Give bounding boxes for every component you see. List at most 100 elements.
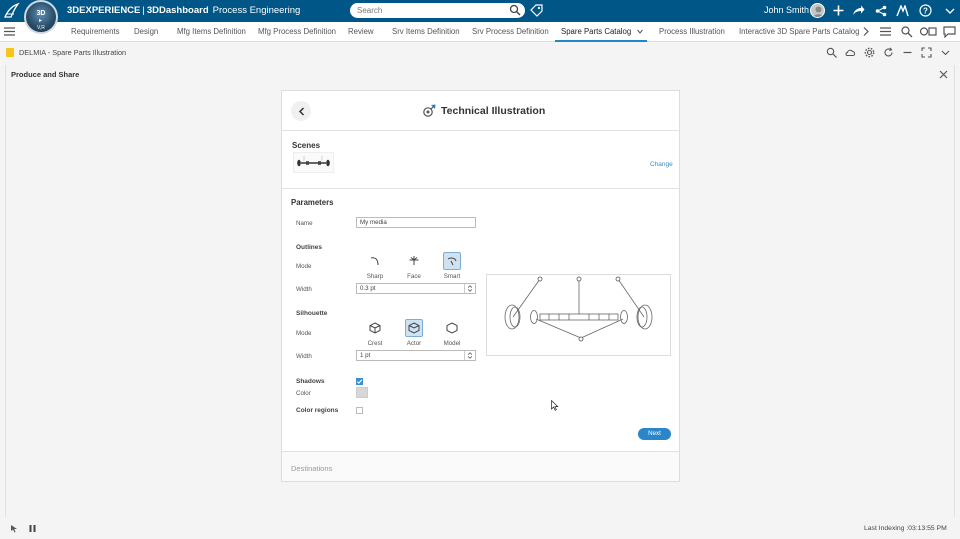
outline-mode-face[interactable]: Face	[400, 252, 428, 280]
tab-spare-parts-catalog-label: Spare Parts Catalog	[561, 27, 632, 36]
back-button[interactable]	[291, 101, 311, 121]
user-name[interactable]: John Smith	[764, 5, 809, 15]
silhouette-width-input[interactable]: 1 pt	[356, 350, 476, 361]
tab-requirements[interactable]: Requirements	[71, 22, 120, 42]
share-network-icon[interactable]	[873, 3, 888, 18]
view-toggle-icon[interactable]	[919, 25, 937, 38]
check-icon	[356, 379, 363, 384]
sharp-mode-label: Sharp	[366, 273, 384, 280]
tab-process-illustration[interactable]: Process Illustration	[659, 22, 725, 42]
tab-chevron-down-icon[interactable]	[637, 29, 643, 34]
silhouette-width-stepper-icon[interactable]	[464, 351, 475, 360]
crest-icon	[369, 322, 381, 334]
help-icon[interactable]: ?	[918, 3, 933, 18]
silhouette-mode-label: Mode	[296, 330, 312, 337]
search-icon[interactable]	[826, 47, 837, 58]
card-title: Technical Illustration	[441, 105, 546, 117]
next-button[interactable]: Next	[638, 428, 671, 440]
chat-icon[interactable]	[943, 25, 956, 38]
tab-srv-items-definition[interactable]: Srv Items Definition	[392, 22, 460, 42]
silhouette-mode-crest[interactable]: Crest	[361, 319, 389, 347]
dassault-logo-icon[interactable]	[3, 2, 21, 20]
tag-icon[interactable]	[530, 4, 543, 17]
share-arrow-icon[interactable]	[851, 3, 866, 18]
status-bar: Last Indexing :03:13:55 PM	[0, 519, 960, 539]
brand-bold: 3DEXPERIENCE	[67, 5, 141, 16]
tab-spare-parts-catalog[interactable]: Spare Parts Catalog	[555, 22, 647, 42]
tab-mfg-process-definition[interactable]: Mfg Process Definition	[258, 22, 336, 42]
silhouette-mode-model[interactable]: Model	[438, 319, 466, 347]
chevron-down-icon[interactable]	[940, 47, 951, 58]
chevron-down-icon[interactable]	[942, 3, 957, 18]
tab-review[interactable]: Review	[348, 22, 374, 42]
parameters-label: Parameters	[291, 198, 334, 207]
smart-mode-button[interactable]	[443, 252, 461, 270]
apps-icon[interactable]	[895, 3, 910, 18]
scene-thumbnail[interactable]	[293, 152, 334, 173]
svg-text:?: ?	[923, 6, 928, 15]
face-mode-button[interactable]	[405, 252, 423, 270]
user-avatar-icon	[813, 6, 824, 17]
gear-icon[interactable]	[864, 47, 875, 58]
destinations-label: Destinations	[291, 464, 333, 473]
chevron-right-icon[interactable]	[861, 26, 871, 37]
scene-thumbnail-image	[297, 156, 330, 167]
card-header: Technical Illustration	[282, 91, 679, 131]
illustration-preview-image	[504, 276, 653, 342]
name-input[interactable]: My media	[356, 217, 476, 228]
avatar[interactable]	[810, 3, 825, 18]
change-scene-link[interactable]: Change	[650, 161, 673, 168]
tab-mfg-items-definition[interactable]: Mfg Items Definition	[177, 22, 246, 42]
color-regions-label: Color regions	[296, 407, 339, 414]
model-icon	[446, 322, 458, 334]
brand-separator: |	[142, 5, 145, 16]
tab-design[interactable]: Design	[134, 22, 158, 42]
list-settings-icon[interactable]	[879, 25, 892, 38]
shadows-label: Shadows	[296, 378, 325, 385]
tab-srv-process-definition[interactable]: Srv Process Definition	[472, 22, 549, 42]
silhouette-mode-actor[interactable]: Actor	[400, 319, 428, 347]
search-people-icon[interactable]	[900, 25, 913, 38]
color-regions-checkbox[interactable]	[356, 407, 363, 414]
top-bar: 3D ▸ V,R 3DEXPERIENCE | 3DDashboard Process…	[0, 0, 960, 34]
outline-mode-sharp[interactable]: Sharp	[361, 252, 389, 280]
close-icon[interactable]	[939, 70, 948, 79]
refresh-icon[interactable]	[883, 47, 894, 58]
smart-mode-label: Smart	[443, 273, 461, 280]
shadows-checkbox[interactable]	[356, 378, 363, 385]
compass-top-label: 3D	[36, 10, 46, 17]
actor-mode-button[interactable]	[405, 319, 423, 337]
shadow-color-swatch[interactable]	[356, 387, 368, 398]
face-mode-label: Face	[407, 273, 421, 280]
add-icon[interactable]	[831, 3, 846, 18]
technical-illustration-icon	[423, 104, 436, 117]
maximize-icon[interactable]	[921, 47, 932, 58]
widget-app-icon	[6, 48, 14, 57]
model-mode-button[interactable]	[443, 319, 461, 337]
minimize-icon[interactable]	[902, 47, 913, 58]
crest-mode-button[interactable]	[366, 319, 384, 337]
brand-title: 3DEXPERIENCE | 3DDashboard Process Engineer…	[67, 5, 300, 16]
scenes-label: Scenes	[292, 141, 321, 150]
silhouette-width-value: 1 pt	[360, 352, 371, 359]
tab-interactive-3d-spare-parts-catalog[interactable]: Interactive 3D Spare Parts Catalog	[739, 22, 859, 42]
search-input[interactable]	[350, 3, 505, 18]
last-indexing-status: Last Indexing :03:13:55 PM	[864, 525, 947, 532]
silhouette-width-label: Width	[296, 353, 312, 360]
hamburger-menu-icon[interactable]	[4, 26, 15, 37]
pause-icon[interactable]	[28, 524, 37, 533]
search-box[interactable]	[350, 3, 525, 18]
destinations-section[interactable]: Destinations	[282, 451, 679, 481]
search-icon[interactable]	[509, 4, 521, 16]
outline-mode-smart[interactable]: Smart	[438, 252, 466, 280]
compass-icon[interactable]: 3D ▸ V,R	[24, 0, 58, 34]
cloud-icon[interactable]	[845, 47, 856, 58]
outline-width-stepper-icon[interactable]	[464, 284, 475, 293]
model-mode-label: Model	[443, 340, 461, 347]
outline-width-input[interactable]: 0.3 pt	[356, 283, 476, 294]
pointer-tool-icon[interactable]	[10, 524, 19, 533]
widget-header: DELMIA - Spare Parts Illustration	[0, 43, 960, 63]
sharp-mode-button[interactable]	[366, 252, 384, 270]
silhouette-label: Silhouette	[296, 310, 328, 317]
face-icon	[409, 256, 419, 265]
